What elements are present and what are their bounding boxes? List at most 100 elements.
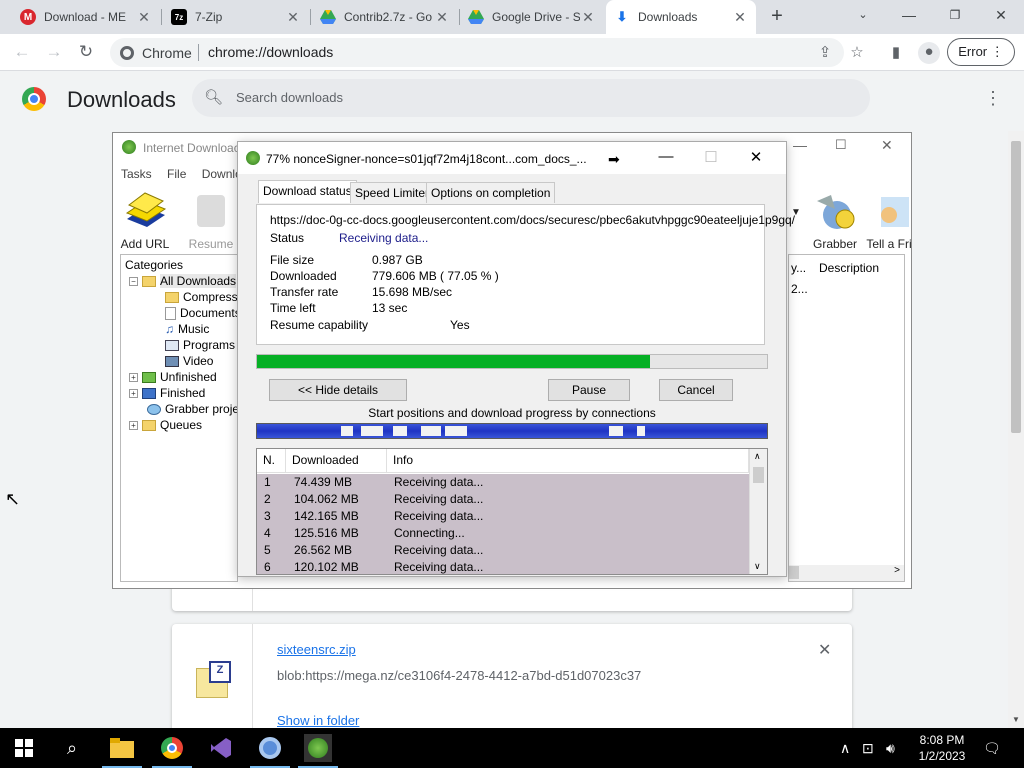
- profile-avatar-icon[interactable]: ●: [918, 42, 940, 64]
- close-tab-icon[interactable]: ✕: [285, 9, 301, 26]
- more-menu-icon[interactable]: ⋮: [984, 88, 1002, 109]
- remove-download-icon[interactable]: ✕: [818, 640, 831, 660]
- share-icon[interactable]: ⇪: [815, 43, 835, 63]
- chrome-secondary-icon[interactable]: [250, 734, 290, 768]
- connection-row[interactable]: 6 120.102 MB Receiving data...: [257, 559, 749, 574]
- scroll-down-arrow-icon[interactable]: ▼: [1012, 715, 1020, 724]
- side-panel-icon[interactable]: ▮: [886, 43, 906, 63]
- grabber-button[interactable]: Grabber: [805, 189, 865, 251]
- page-scrollbar[interactable]: ▼: [1008, 131, 1024, 728]
- scrollbar-thumb[interactable]: [1011, 141, 1021, 433]
- column-header-info[interactable]: Info: [387, 449, 749, 473]
- omnibox[interactable]: Chrome chrome://downloads: [110, 38, 844, 67]
- show-in-folder-link[interactable]: Show in folder: [277, 713, 359, 728]
- new-tab-button[interactable]: +: [766, 6, 788, 28]
- column-header[interactable]: y...: [791, 261, 806, 275]
- tab-7zip[interactable]: 7z 7-Zip ✕: [163, 0, 309, 34]
- connection-row[interactable]: 5 26.562 MB Receiving data...: [257, 542, 749, 559]
- restore-button[interactable]: ❐: [932, 4, 978, 28]
- connection-row[interactable]: 4 125.516 MB Connecting...: [257, 525, 749, 542]
- chrome-taskbar-icon[interactable]: [152, 734, 192, 768]
- category-queues[interactable]: + Queues: [129, 418, 202, 432]
- idm-close-button[interactable]: ✕: [881, 137, 893, 154]
- tell-friend-button[interactable]: Tell a Fri: [863, 189, 915, 251]
- idm-maximize-button[interactable]: ☐: [835, 137, 847, 153]
- idm-taskbar-icon[interactable]: [298, 734, 338, 768]
- connection-row[interactable]: 2 104.062 MB Receiving data...: [257, 491, 749, 508]
- file-explorer-icon[interactable]: [102, 734, 142, 768]
- idm-minimize-button[interactable]: —: [793, 137, 807, 153]
- cancel-button[interactable]: Cancel: [659, 379, 733, 401]
- category-all-downloads[interactable]: − All Downloads: [129, 274, 237, 288]
- menu-file[interactable]: File: [167, 167, 186, 181]
- file-name-link[interactable]: sixteensrc.zip: [277, 642, 356, 657]
- omnibox-chip[interactable]: Chrome: [120, 45, 192, 61]
- dialog-maximize-button[interactable]: ☐: [701, 148, 721, 166]
- bookmark-star-icon[interactable]: ☆: [847, 43, 867, 63]
- tab-downloads[interactable]: ⬇ Downloads ✕: [606, 0, 756, 34]
- category-music[interactable]: ♫ Music: [165, 322, 209, 336]
- close-tab-icon[interactable]: ✕: [434, 9, 450, 26]
- expand-icon[interactable]: +: [129, 420, 138, 430]
- download-url: https://doc-0g-cc-docs.googleusercontent…: [270, 213, 795, 227]
- notifications-icon[interactable]: 🗨︎: [983, 740, 1001, 757]
- scroll-up-arrow-icon[interactable]: ∧: [754, 451, 761, 462]
- tab-google-drive[interactable]: Google Drive - S ✕: [460, 0, 604, 34]
- tab-mega[interactable]: M Download - ME ✕: [12, 0, 160, 34]
- visual-studio-icon[interactable]: [207, 734, 235, 762]
- scrollbar-thumb[interactable]: [753, 467, 764, 483]
- chrome-icon: [120, 46, 134, 60]
- column-header-description[interactable]: Description: [819, 261, 879, 275]
- category-unfinished[interactable]: + Unfinished: [129, 370, 217, 384]
- back-button[interactable]: ←: [10, 41, 34, 65]
- category-programs[interactable]: Programs: [165, 338, 235, 352]
- connections-scrollbar[interactable]: ∧ ∨: [749, 449, 767, 574]
- hide-details-button[interactable]: << Hide details: [269, 379, 407, 401]
- tab-options-on-completion[interactable]: Options on completion: [426, 182, 556, 203]
- dialog-close-button[interactable]: ✕: [746, 148, 766, 166]
- network-icon[interactable]: ⊡: [862, 740, 874, 757]
- resume-button[interactable]: Resume: [181, 189, 241, 251]
- dialog-minimize-button[interactable]: —: [656, 148, 676, 165]
- forward-button[interactable]: →: [42, 41, 66, 65]
- show-hidden-icons[interactable]: ∧: [840, 740, 850, 757]
- close-tab-icon[interactable]: ✕: [580, 9, 596, 26]
- connection-row[interactable]: 1 74.439 MB Receiving data...: [257, 474, 749, 491]
- connection-row[interactable]: 3 142.165 MB Receiving data...: [257, 508, 749, 525]
- column-header-downloaded[interactable]: Downloaded: [286, 449, 387, 473]
- menu-tasks[interactable]: Tasks: [121, 167, 152, 181]
- horizontal-scrollbar[interactable]: >: [789, 565, 904, 581]
- error-button[interactable]: Error ⋮: [947, 38, 1015, 66]
- menu-downloads[interactable]: Downlo: [202, 167, 242, 181]
- pause-button[interactable]: Pause: [548, 379, 630, 401]
- category-label: Video: [183, 354, 214, 368]
- tab-speed-limiter[interactable]: Speed Limiter: [350, 182, 435, 203]
- scroll-right-arrow-icon[interactable]: >: [894, 565, 900, 576]
- tab-download-status[interactable]: Download status: [258, 180, 357, 203]
- expand-icon[interactable]: +: [129, 388, 138, 398]
- scroll-down-arrow-icon[interactable]: ∨: [754, 561, 761, 572]
- collapse-icon[interactable]: −: [129, 276, 138, 286]
- add-url-button[interactable]: Add URL: [115, 189, 175, 251]
- close-window-button[interactable]: ✕: [978, 4, 1024, 28]
- expand-icon[interactable]: +: [129, 372, 138, 382]
- reload-button[interactable]: ↻: [74, 41, 98, 65]
- search-icon[interactable]: ⌕: [58, 734, 86, 762]
- category-grabber-projects[interactable]: Grabber projec: [147, 402, 245, 416]
- tab-search-icon[interactable]: ⌄: [840, 4, 886, 28]
- close-tab-icon[interactable]: ✕: [136, 9, 152, 26]
- start-button[interactable]: [10, 734, 38, 762]
- close-tab-icon[interactable]: ✕: [732, 9, 748, 26]
- url-text[interactable]: chrome://downloads: [208, 44, 333, 60]
- category-documents[interactable]: Documents: [165, 306, 241, 320]
- tab-contrib[interactable]: Contrib2.7z - Go ✕: [312, 0, 458, 34]
- category-finished[interactable]: + Finished: [129, 386, 205, 400]
- scrollbar-thumb[interactable]: [789, 566, 799, 579]
- minimize-button[interactable]: —: [886, 4, 932, 28]
- category-video[interactable]: Video: [165, 354, 213, 368]
- category-compressed[interactable]: Compresse: [165, 290, 244, 304]
- volume-icon[interactable]: 🔊︎: [886, 740, 895, 757]
- column-header-number[interactable]: N.: [257, 449, 286, 473]
- system-clock[interactable]: 8:08 PM 1/2/2023: [912, 732, 972, 764]
- search-downloads-field[interactable]: 🔍︎ Search downloads: [192, 79, 870, 117]
